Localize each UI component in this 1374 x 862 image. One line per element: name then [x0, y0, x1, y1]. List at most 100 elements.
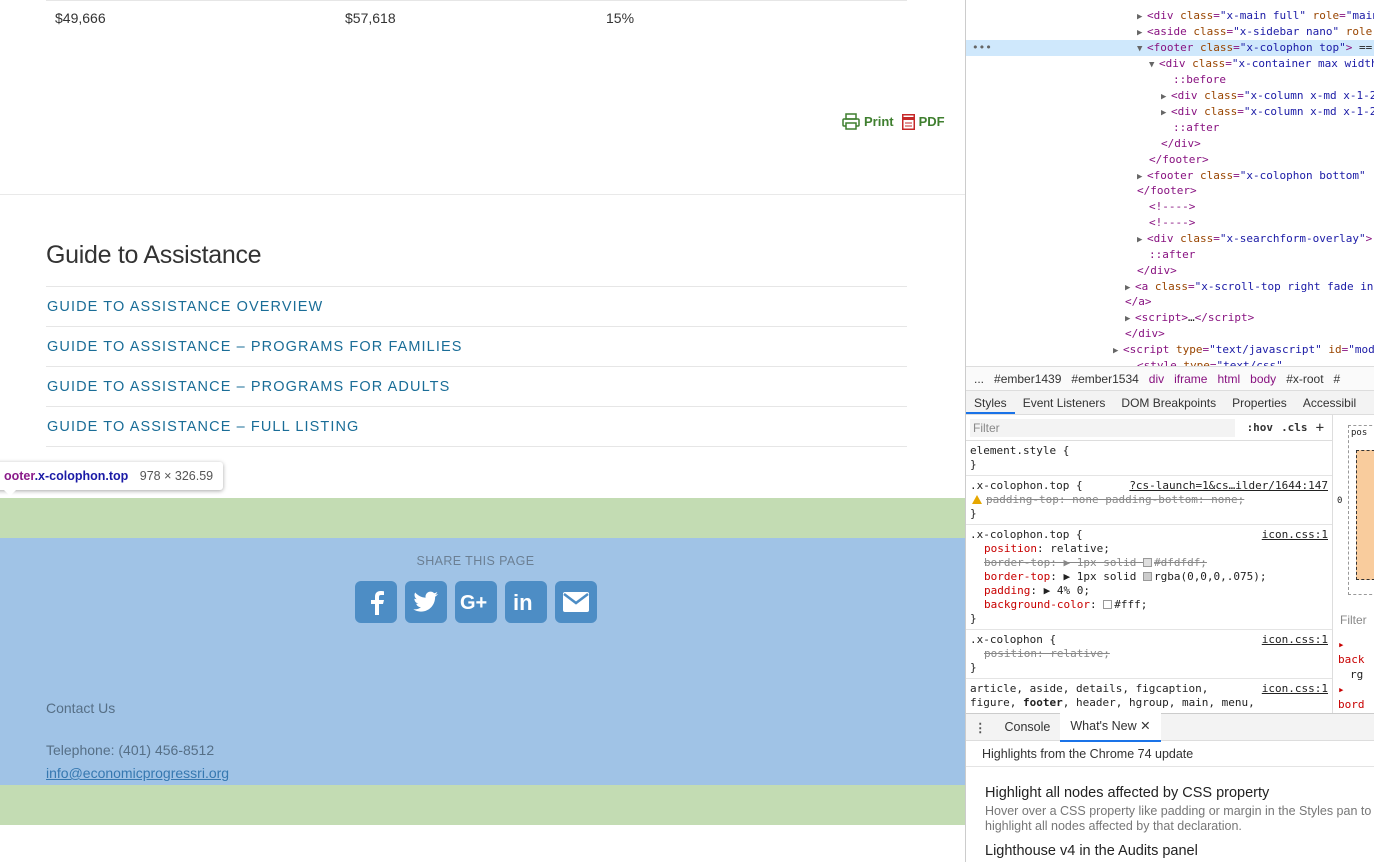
whats-new-item-title: Highlight all nodes affected by CSS prop… — [985, 785, 1270, 801]
highlight-padding-top — [0, 498, 965, 538]
whats-new-item-desc: Hover over a CSS property like padding o… — [985, 804, 1372, 833]
dom-node[interactable]: <!----> — [1149, 215, 1195, 231]
dom-node[interactable]: ▶ <footer class="x-colophon bottom" — [1137, 168, 1366, 184]
dom-node[interactable]: ▶ <aside class="x-sidebar nano" role — [1137, 24, 1372, 40]
computed-pane: pos 0 Filter ▸ back rg ▸ bord rg ▸ bord — [1334, 415, 1374, 713]
table-row: $49,666 $57,618 15% — [46, 0, 907, 36]
pdf-button[interactable]: PDF — [901, 113, 945, 130]
more-icon[interactable]: ••• — [972, 40, 992, 56]
print-button[interactable]: Print — [842, 113, 894, 130]
breadcrumb-item[interactable]: iframe — [1174, 372, 1207, 386]
close-icon[interactable]: ✕ — [1140, 719, 1150, 733]
breadcrumb-item[interactable]: html — [1217, 372, 1240, 386]
new-rule-button[interactable]: + — [1316, 420, 1324, 436]
styles-filter-input[interactable]: Filter — [970, 418, 1235, 437]
pdf-icon — [901, 113, 915, 130]
pdf-label: PDF — [918, 114, 945, 129]
dom-node[interactable]: ▶ <div class="x-column x-md x-1-2 — [1161, 104, 1374, 120]
cls-toggle[interactable]: .cls — [1281, 421, 1308, 434]
dom-node[interactable]: ▶ <div class="x-searchform-overlay"> — [1137, 231, 1372, 247]
tooltip-selector: ooter.x-colophon.top — [4, 469, 129, 483]
svg-text:in: in — [513, 591, 533, 613]
dom-node[interactable]: <style type="text/css" — [1137, 358, 1283, 366]
tab-properties[interactable]: Properties — [1224, 391, 1295, 414]
guide-link-full-listing[interactable]: GUIDE TO ASSISTANCE – FULL LISTING — [47, 419, 359, 435]
dom-node[interactable]: </div> — [1125, 326, 1165, 342]
tab-whats-new[interactable]: What's New ✕ — [1060, 712, 1161, 742]
contact-phone: Telephone: (401) 456-8512 — [46, 742, 215, 758]
dom-node[interactable]: <!----> — [1149, 199, 1195, 215]
tab-dom-breakpoints[interactable]: DOM Breakpoints — [1113, 391, 1224, 414]
box-model-value: 0 — [1337, 496, 1343, 506]
linkedin-icon[interactable]: in — [505, 581, 547, 623]
google-plus-icon[interactable]: G+ — [455, 581, 497, 623]
breadcrumb-item[interactable]: #ember1534 — [1071, 372, 1138, 386]
share-label: SHARE THIS PAGE — [416, 554, 535, 568]
styles-filter-row: Filter :hov .cls + — [966, 415, 1332, 441]
print-label: Print — [864, 114, 894, 129]
box-model-inner — [1356, 450, 1374, 580]
dom-node[interactable]: ▶<div class="x-main full" role="main — [1137, 8, 1374, 24]
print-pdf-toolbar: Print PDF — [842, 113, 945, 130]
hov-toggle[interactable]: :hov — [1247, 421, 1274, 434]
dom-node[interactable]: </div> — [1161, 136, 1201, 152]
dom-node[interactable]: </a> — [1125, 294, 1152, 310]
computed-filter[interactable]: Filter — [1340, 613, 1367, 627]
table-cell: $57,618 — [345, 10, 396, 26]
facebook-icon[interactable] — [355, 581, 397, 623]
breadcrumb-item[interactable]: #ember1439 — [994, 372, 1061, 386]
style-rule[interactable]: .x-colophon { icon.css:1 position: relat… — [966, 630, 1332, 679]
dom-node[interactable]: </footer> — [1137, 183, 1197, 199]
breadcrumb-more[interactable]: ... — [974, 372, 984, 386]
dom-node[interactable]: ▶ <script>…</script> — [1125, 310, 1254, 326]
svg-text:G+: G+ — [460, 592, 487, 612]
dom-node[interactable]: </div> — [1137, 263, 1177, 279]
dom-node[interactable]: ▶ <a class="x-scroll-top right fade in — [1125, 279, 1373, 295]
table-cell: $49,666 — [55, 10, 106, 26]
dom-node[interactable]: ▼ <div class="x-container max width — [1149, 56, 1374, 72]
list-item: GUIDE TO ASSISTANCE – FULL LISTING — [46, 407, 907, 447]
breadcrumb-item[interactable]: body — [1250, 372, 1276, 386]
list-item: GUIDE TO ASSISTANCE – PROGRAMS FOR ADULT… — [46, 367, 907, 407]
guide-link-adults[interactable]: GUIDE TO ASSISTANCE – PROGRAMS FOR ADULT… — [47, 379, 450, 395]
styles-panel-tabs: Styles Event Listeners DOM Breakpoints P… — [966, 390, 1374, 415]
tab-styles[interactable]: Styles — [966, 391, 1015, 414]
guide-link-overview[interactable]: GUIDE TO ASSISTANCE OVERVIEW — [47, 299, 323, 315]
guide-links: GUIDE TO ASSISTANCE OVERVIEW GUIDE TO AS… — [46, 286, 907, 447]
guide-link-families[interactable]: GUIDE TO ASSISTANCE – PROGRAMS FOR FAMIL… — [47, 339, 463, 355]
breadcrumb-item[interactable]: # — [1334, 372, 1341, 386]
tab-event-listeners[interactable]: Event Listeners — [1015, 391, 1114, 414]
box-model-diagram: pos 0 — [1337, 425, 1374, 595]
style-rule[interactable]: .x-colophon.top { icon.css:1 position: r… — [966, 525, 1332, 630]
contact-title: Contact Us — [46, 700, 116, 716]
dom-node[interactable]: ▶ <div class="x-column x-md x-1-2 — [1161, 88, 1374, 104]
style-rule[interactable]: article, aside, details, figcaption, ico… — [966, 679, 1332, 713]
email-icon[interactable] — [555, 581, 597, 623]
rule-source-link[interactable]: ?cs-launch=1&cs…ilder/1644:147 — [1129, 479, 1328, 492]
style-rule[interactable]: element.style { } — [966, 441, 1332, 476]
tab-accessibility[interactable]: Accessibil — [1295, 391, 1364, 414]
dom-node[interactable]: </footer> — [1149, 152, 1209, 168]
dom-node[interactable]: ▶ <script type="text/javascript" id="mod — [1113, 342, 1374, 358]
style-rule[interactable]: .x-colophon.top { ?cs-launch=1&cs…ilder/… — [966, 476, 1332, 525]
rule-source-link[interactable]: icon.css:1 — [1262, 633, 1328, 646]
dom-node[interactable]: ::after — [1173, 120, 1219, 136]
devtools-panel: </header> ▶<div class="x-main full" role… — [965, 0, 1374, 862]
dom-node[interactable]: ::before — [1173, 72, 1226, 88]
element-tooltip: ooter.x-colophon.top 978 × 326.59 — [0, 462, 224, 496]
box-model-label: pos — [1351, 428, 1368, 438]
twitter-icon[interactable] — [405, 581, 447, 623]
dom-node-selected[interactable]: ••• ▼ <footer class="x-colophon top"> == — [966, 40, 1374, 56]
rule-source-link[interactable]: icon.css:1 — [1262, 528, 1328, 541]
breadcrumb-item[interactable]: div — [1149, 372, 1164, 386]
dom-node[interactable]: ::after — [1149, 247, 1195, 263]
rule-source-link[interactable]: icon.css:1 — [1262, 682, 1328, 695]
contact-email-link[interactable]: info@economicprogressri.org — [46, 765, 229, 781]
tab-console[interactable]: Console — [995, 714, 1061, 741]
section-divider — [0, 194, 965, 195]
drawer-menu-icon[interactable]: ⋮ — [966, 720, 995, 735]
list-item: GUIDE TO ASSISTANCE – PROGRAMS FOR FAMIL… — [46, 327, 907, 367]
whats-new-panel: Highlights from the Chrome 74 update Hig… — [966, 741, 1374, 862]
table-cell: 15% — [606, 10, 635, 26]
breadcrumb-item[interactable]: #x-root — [1286, 372, 1323, 386]
